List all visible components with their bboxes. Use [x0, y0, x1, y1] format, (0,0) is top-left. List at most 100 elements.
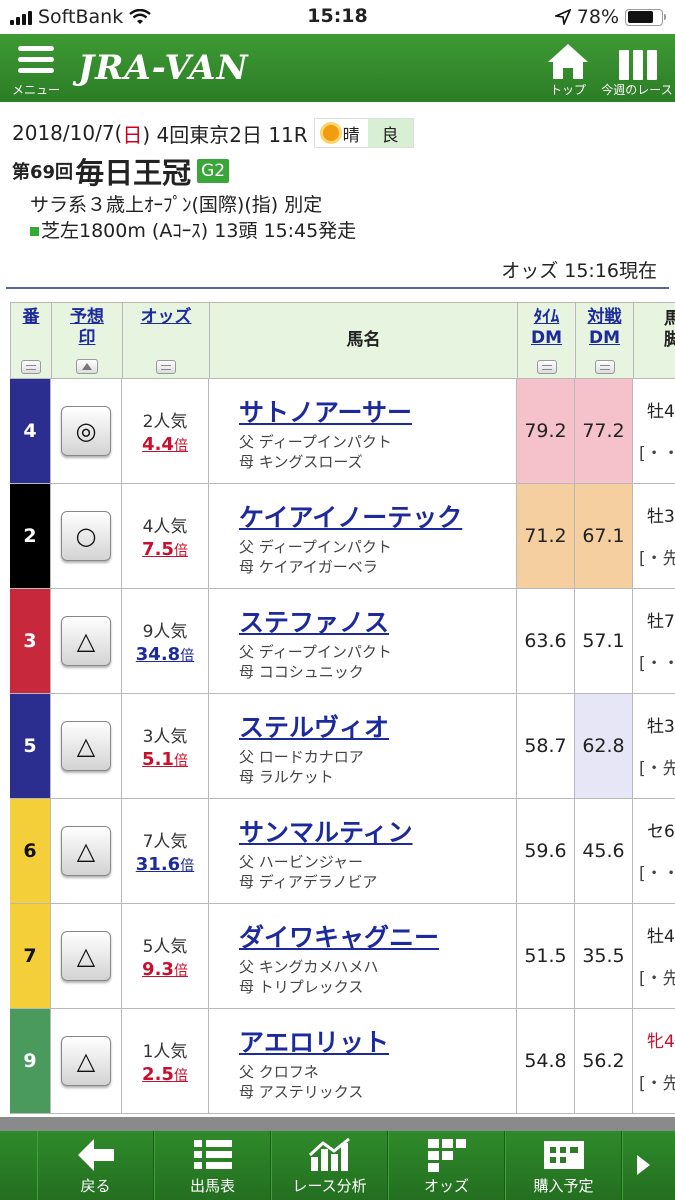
app: SoftBank 15:18 78% メニュー JRA-VAN トップ 今週のレ… [0, 0, 675, 1200]
sort-toggle-icon[interactable] [536, 360, 557, 374]
sex-age: 牡4 [647, 927, 675, 947]
sort-time-dm-link[interactable]: ﾀｲﾑ DM [518, 303, 575, 349]
horse-name-link[interactable]: サンマルティン [239, 813, 413, 849]
horse-number: 9 [10, 1009, 51, 1113]
race-course-line: 芝左1800m (Aｺｰｽ) 13頭 15:45発走 [30, 216, 356, 243]
status-bar: SoftBank 15:18 78% [0, 0, 675, 34]
sort-number-link[interactable]: 番 [11, 303, 51, 328]
table-row[interactable]: 7 △ 5人気 9.3倍 ダイワキャグニー父 キングカメハメハ母 トリプレックス 51.5… [10, 904, 675, 1009]
back-button[interactable]: 戻る [37, 1131, 154, 1200]
table-row[interactable]: 2 ○ 4人気 7.5倍 ケイアイノーテック父 ディープインパクト母 ケイアイガーベラ 7… [10, 484, 675, 589]
running-style: [・先 [639, 549, 675, 569]
back-label: 戻る [80, 1177, 111, 1195]
table-body: 4 ◎ 2人気 4.4倍 サトノアーサー父 ディープインパクト母 キングスローズ 79.2… [10, 379, 675, 1114]
odds-link[interactable]: 31.6倍 [122, 854, 208, 875]
popularity: 2人気 [142, 412, 188, 432]
toolbar-next-arrow-icon[interactable] [622, 1131, 675, 1200]
prediction-mark-button[interactable]: △ [61, 931, 111, 981]
header-time-dm: ﾀｲﾑ DM [518, 303, 576, 378]
match-dm-header-line2: DM [588, 328, 621, 348]
menu-button[interactable]: メニュー [8, 42, 64, 100]
time-dm-value: 59.6 [517, 799, 575, 903]
entries-button[interactable]: 出馬表 [154, 1131, 271, 1200]
sire-name: 父 ロードカナロア [239, 748, 364, 766]
purchase-plan-button[interactable]: 購入予定 [505, 1131, 622, 1200]
horse-name-link[interactable]: ステファノス [239, 603, 389, 639]
sort-odds-link[interactable]: オッズ [123, 303, 209, 328]
sort-toggle-icon[interactable] [594, 360, 615, 374]
horse-name-link[interactable]: サトノアーサー [239, 393, 412, 429]
this-week-label: 今週のレース [601, 83, 673, 97]
prediction-mark-cell: △ [51, 589, 122, 693]
table-row[interactable]: 9 △ 1人気 2.5倍 アエロリット父 クロフネ母 アステリックス 54.8 56.2 牝4… [10, 1009, 675, 1114]
horse-name-cell: ケイアイノーテック父 ディープインパクト母 ケイアイガーベラ [209, 484, 517, 588]
dam-name: 母 ラルケット [239, 768, 334, 786]
sort-toggle-icon[interactable] [21, 360, 41, 374]
time-dm-header-line1: ﾀｲﾑ [533, 307, 560, 327]
top-label: トップ [549, 83, 586, 97]
sort-match-dm-link[interactable]: 対戦 DM [576, 303, 633, 349]
match-dm-value: 62.8 [575, 694, 633, 798]
odds-cell: 2人気 4.4倍 [122, 379, 209, 483]
table-scroll-edge [0, 1117, 675, 1131]
prediction-mark-button[interactable]: △ [61, 826, 111, 876]
track-condition: 良 [367, 119, 413, 147]
jra-van-logo[interactable]: JRA-VAN [78, 48, 249, 88]
horse-name-cell: サンマルティン父 ハービンジャー母 ディアデラノビア [209, 799, 517, 903]
this-week-races-button[interactable]: 今週のレース [601, 40, 673, 100]
race-analysis-button[interactable]: レース分析 [271, 1131, 388, 1200]
sort-toggle-icon[interactable] [156, 360, 176, 374]
odds-link[interactable]: 34.8倍 [122, 644, 208, 665]
entries-table: 番 予想印 オッズ 馬名 ﾀｲﾑ DM 対戦 DM 馬 脚 4 ◎ 2人気 4.… [10, 302, 675, 1114]
prediction-mark-button[interactable]: △ [61, 1036, 111, 1086]
table-row[interactable]: 6 △ 7人気 31.6倍 サンマルティン父 ハービンジャー母 ディアデラノビア 59.6… [10, 799, 675, 904]
sort-mark-link[interactable]: 予想印 [52, 303, 122, 349]
odds-cell: 4人気 7.5倍 [122, 484, 209, 588]
match-dm-value: 56.2 [575, 1009, 633, 1113]
columns-icon [619, 50, 657, 80]
hamburger-icon [18, 46, 54, 79]
odds-unit: 倍 [173, 753, 188, 769]
table-row[interactable]: 5 △ 3人気 5.1倍 ステルヴィオ父 ロードカナロア母 ラルケット 58.7 62.8 牡… [10, 694, 675, 799]
running-style: [・・ [639, 654, 675, 674]
horse-name-link[interactable]: ステルヴィオ [239, 708, 389, 744]
odds-cell: 9人気 34.8倍 [122, 589, 209, 693]
horse-name-link[interactable]: ダイワキャグニー [239, 918, 439, 954]
horse-name-link[interactable]: アエロリット [239, 1023, 389, 1059]
dam-name: 母 ディアデラノビア [239, 873, 378, 891]
time-dm-value: 71.2 [517, 484, 575, 588]
match-dm-value: 35.5 [575, 904, 633, 1008]
prediction-mark-cell: △ [51, 694, 122, 798]
mark-header-line1: 予想 [70, 307, 104, 327]
extra-header-line2: 脚 [664, 330, 675, 350]
odds-timestamp: オッズ 15:16現在 [501, 260, 657, 282]
prediction-mark-button[interactable]: △ [61, 721, 111, 771]
odds-link[interactable]: 4.4倍 [122, 434, 208, 455]
sire-name: 父 ディープインパクト [239, 643, 392, 661]
odds-link[interactable]: 5.1倍 [122, 749, 208, 770]
sort-up-icon[interactable] [76, 359, 98, 374]
odds-button[interactable]: オッズ [388, 1131, 505, 1200]
odds-cell: 1人気 2.5倍 [122, 1009, 209, 1113]
list-icon [193, 1140, 232, 1169]
prediction-mark-button[interactable]: ◎ [61, 406, 111, 456]
odds-value: 4.4 [142, 434, 174, 455]
race-number: 第69回 [12, 162, 74, 183]
odds-link[interactable]: 9.3倍 [122, 959, 208, 980]
horse-number: 7 [10, 904, 51, 1008]
prediction-mark-button[interactable]: ○ [61, 511, 111, 561]
time-dm-value: 54.8 [517, 1009, 575, 1113]
odds-unit: 倍 [173, 438, 188, 454]
time-dm-value: 51.5 [517, 904, 575, 1008]
prediction-mark-button[interactable]: △ [61, 616, 111, 666]
odds-link[interactable]: 2.5倍 [122, 1064, 208, 1085]
match-dm-value: 45.6 [575, 799, 633, 903]
table-row[interactable]: 3 △ 9人気 34.8倍 ステファノス父 ディープインパクト母 ココシュニック 63.6… [10, 589, 675, 694]
odds-link[interactable]: 7.5倍 [122, 539, 208, 560]
odds-cell: 7人気 31.6倍 [122, 799, 209, 903]
top-button[interactable]: トップ [540, 40, 596, 100]
horse-name-link[interactable]: ケイアイノーテック [239, 498, 462, 534]
table-row[interactable]: 4 ◎ 2人気 4.4倍 サトノアーサー父 ディープインパクト母 キングスローズ 79.2… [10, 379, 675, 484]
mark-header-line2: 印 [78, 328, 96, 348]
divider [6, 287, 669, 289]
